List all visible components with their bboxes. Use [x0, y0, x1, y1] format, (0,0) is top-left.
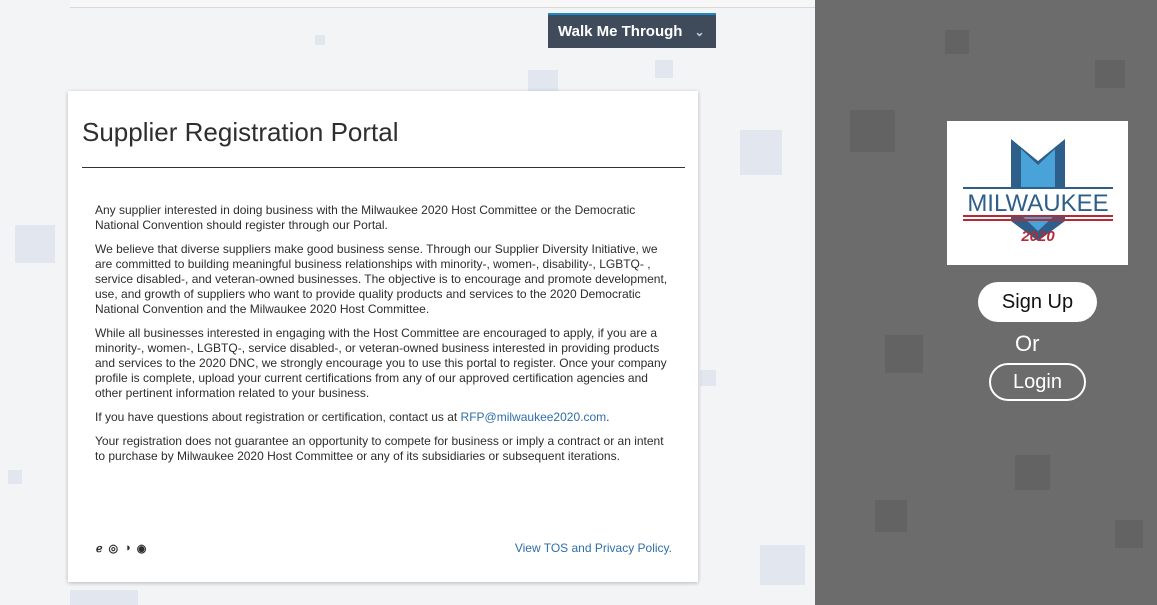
portal-card: Supplier Registration Portal Any supplie…	[68, 91, 698, 582]
portal-description: Any supplier interested in doing busines…	[95, 203, 673, 473]
card-footer: ℯ ◎ ◑ ◉ View TOS and Privacy Policy.	[96, 541, 672, 555]
tos-link[interactable]: View TOS and Privacy Policy.	[515, 541, 672, 555]
walk-me-through-label: Walk Me Through	[558, 23, 683, 40]
safari-icon: ◉	[136, 542, 147, 555]
logo-year: 2020	[1020, 228, 1055, 245]
disclaimer-paragraph: Your registration does not guarantee an …	[95, 434, 664, 463]
title-divider	[82, 167, 685, 168]
contact-prefix: If you have questions about registration…	[95, 410, 461, 424]
diversity-paragraph: We believe that diverse suppliers make g…	[95, 242, 668, 316]
chrome-icon: ◎	[108, 542, 119, 555]
sign-up-button[interactable]: Sign Up	[978, 282, 1097, 322]
edge-icon: ℯ	[96, 542, 103, 555]
firefox-icon: ◑	[124, 541, 131, 554]
chevron-down-icon: ⌄	[694, 24, 705, 39]
supported-browsers: ℯ ◎ ◑ ◉	[96, 542, 146, 555]
logo-text: MILWAUKEE	[967, 190, 1108, 217]
login-button[interactable]: Login	[989, 363, 1086, 401]
contact-email-link[interactable]: RFP@milwaukee2020.com	[461, 410, 607, 424]
intro-paragraph: Any supplier interested in doing busines…	[95, 203, 636, 232]
or-label: Or	[1015, 331, 1040, 356]
milwaukee-2020-logo: MILWAUKEE 2020	[947, 121, 1128, 265]
encourage-paragraph: While all businesses interested in engag…	[95, 326, 667, 400]
logo-mark-icon: MILWAUKEE 2020	[963, 139, 1113, 245]
page-title: Supplier Registration Portal	[82, 117, 399, 147]
contact-suffix: .	[606, 410, 610, 424]
walk-me-through-button[interactable]: Walk Me Through ⌄	[548, 13, 716, 48]
top-border	[70, 0, 815, 8]
contact-paragraph: If you have questions about registration…	[95, 410, 673, 425]
